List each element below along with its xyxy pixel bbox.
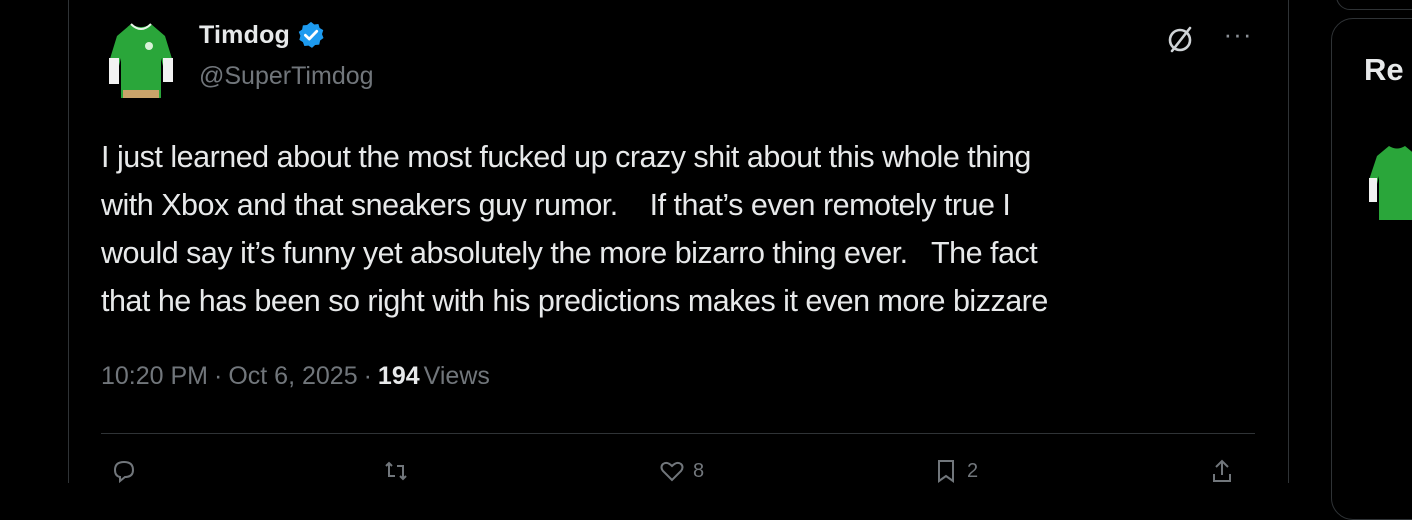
divider xyxy=(101,433,1255,434)
avatar[interactable] xyxy=(1367,138,1412,220)
like-icon xyxy=(660,461,684,482)
tweet-meta: 10:20 PM · Oct 6, 2025 · 194 Views xyxy=(101,362,490,391)
like-count: 8 xyxy=(693,459,705,482)
panel-title: Re xyxy=(1364,52,1404,87)
like-button[interactable]: 8 xyxy=(659,458,704,484)
retweet-icon xyxy=(385,461,407,481)
tweet-text: I just learned about the most fucked up … xyxy=(101,140,1048,318)
tweet-date[interactable]: Oct 6, 2025 xyxy=(228,362,357,391)
reply-icon xyxy=(113,460,135,484)
grok-icon[interactable] xyxy=(1165,24,1195,54)
bookmark-count: 2 xyxy=(967,459,979,482)
bookmark-icon xyxy=(938,460,954,483)
share-icon xyxy=(1213,459,1231,482)
bookmark-button[interactable]: 2 xyxy=(933,458,978,484)
relevant-people-panel xyxy=(1331,18,1412,520)
left-sidebar xyxy=(0,0,69,483)
share-button[interactable] xyxy=(1209,458,1243,484)
views-count: 194 xyxy=(377,362,420,390)
reply-button[interactable] xyxy=(111,458,145,484)
handle[interactable]: @SuperTimdog xyxy=(199,62,374,91)
separator: · xyxy=(363,362,372,390)
verified-badge-icon xyxy=(298,21,324,48)
action-bar: 8 2 xyxy=(69,452,1288,484)
avatar[interactable] xyxy=(103,14,179,100)
more-icon[interactable]: ··· xyxy=(1219,20,1257,52)
display-name[interactable]: Timdog xyxy=(199,21,290,50)
tweet-card: Timdog @SuperTimdog ··· I just learned a… xyxy=(69,0,1289,484)
separator: · xyxy=(214,362,223,390)
right-sidebar: Re xyxy=(1289,0,1412,520)
tweet-time[interactable]: 10:20 PM xyxy=(101,362,208,391)
retweet-button[interactable] xyxy=(383,458,417,484)
views-label: Views xyxy=(423,362,490,390)
